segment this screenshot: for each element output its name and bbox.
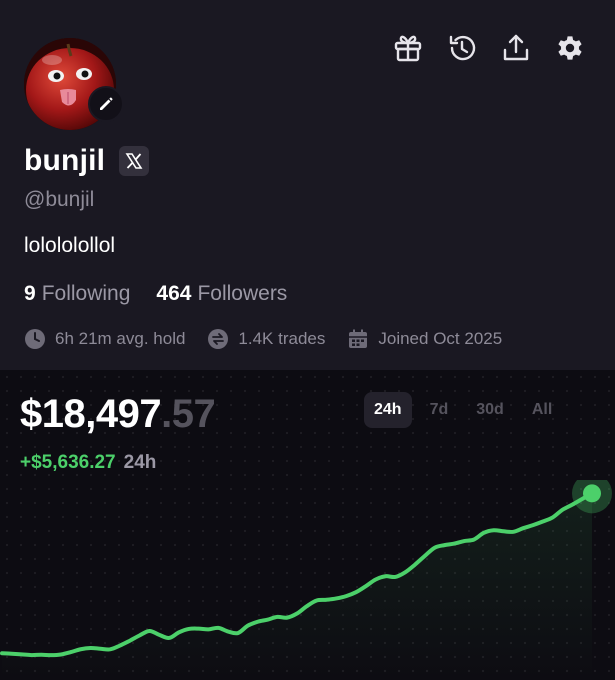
profile-header: bunjil @bunjil lolololollol 9 Following 4… xyxy=(0,0,615,370)
chart-area-fill xyxy=(2,493,592,680)
range-tab-30d[interactable]: 30d xyxy=(466,392,514,428)
share-icon xyxy=(503,34,529,61)
edit-avatar-button[interactable] xyxy=(88,86,124,122)
x-logo-icon xyxy=(125,153,143,169)
following-count: 9 xyxy=(24,282,36,305)
top-actions xyxy=(386,30,591,66)
range-tab-all[interactable]: All xyxy=(522,392,562,428)
calendar-icon xyxy=(347,328,369,350)
followers-label: Followers xyxy=(197,282,288,305)
following-label: Following xyxy=(41,282,131,305)
follow-stats: 9 Following 464 Followers xyxy=(24,282,287,306)
portfolio-change-row: +$5,636.27 24h xyxy=(20,452,156,474)
history-button[interactable] xyxy=(444,30,480,66)
gift-button[interactable] xyxy=(390,30,426,66)
range-tab-7d[interactable]: 7d xyxy=(420,392,459,428)
share-button[interactable] xyxy=(498,30,534,66)
name-row: bunjil xyxy=(24,142,150,180)
following-link[interactable]: 9 Following xyxy=(24,282,130,306)
portfolio-chart[interactable] xyxy=(0,480,615,680)
clock-icon xyxy=(24,328,46,350)
followers-link[interactable]: 464 Followers xyxy=(156,282,287,306)
pencil-icon xyxy=(100,97,113,110)
portfolio-change-period: 24h xyxy=(123,452,157,473)
followers-count: 464 xyxy=(156,282,192,305)
avg-hold-text: 6h 21m avg. hold xyxy=(55,329,186,348)
joined-stat: Joined Oct 2025 xyxy=(347,328,502,350)
portfolio-value: $18,497.57 xyxy=(20,392,216,437)
history-icon xyxy=(449,35,476,61)
avg-hold-stat: 6h 21m avg. hold xyxy=(24,328,185,350)
gift-icon xyxy=(394,35,422,62)
user-handle: @bunjil xyxy=(24,188,95,211)
joined-text: Joined Oct 2025 xyxy=(378,329,503,348)
trades-text: 1.4K trades xyxy=(238,329,326,348)
display-name: bunjil xyxy=(24,144,106,177)
avatar-container[interactable] xyxy=(24,38,124,130)
range-selector: 24h 7d 30d All xyxy=(364,392,570,428)
swap-icon xyxy=(207,328,229,350)
bio-text: lolololollol xyxy=(24,234,116,257)
trades-stat: 1.4K trades xyxy=(207,328,325,350)
portfolio-value-main: $18,497 xyxy=(20,392,162,436)
range-tab-24h[interactable]: 24h xyxy=(364,392,412,428)
profile-meta: 6h 21m avg. hold 1.4K trades Joined Oct … xyxy=(24,327,502,351)
x-link-button[interactable] xyxy=(119,146,150,176)
settings-icon xyxy=(558,36,582,60)
portfolio-value-cents: .57 xyxy=(161,392,216,436)
chart-endpoint-dot xyxy=(583,484,601,503)
portfolio-change: +$5,636.27 xyxy=(20,452,116,473)
settings-button[interactable] xyxy=(552,30,588,66)
